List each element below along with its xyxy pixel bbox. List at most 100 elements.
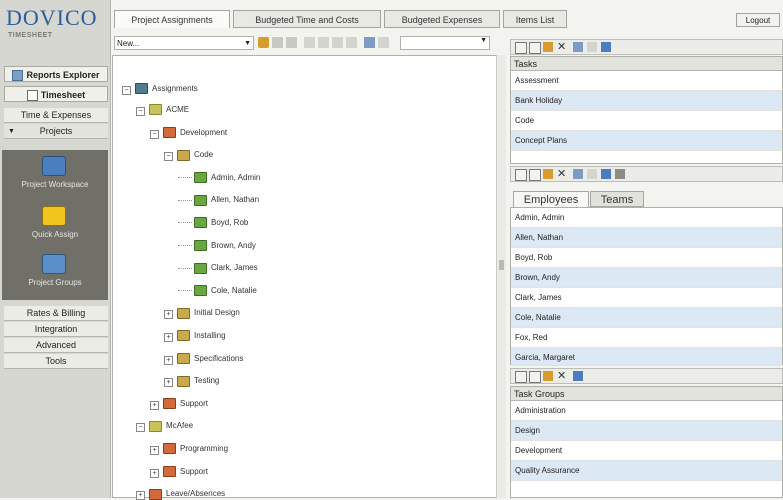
timesheet-button[interactable]: Timesheet (4, 86, 108, 102)
tree-node[interactable]: Brown, Andy (178, 239, 256, 252)
quick-assign-link[interactable]: Quick Assign (2, 230, 108, 239)
copy-icon[interactable] (304, 37, 315, 48)
list-item[interactable]: Code (511, 111, 782, 131)
tree-node[interactable]: Admin, Admin (178, 172, 260, 184)
sidebar-item-advanced[interactable]: Advanced (4, 338, 108, 353)
sidebar-item-tools[interactable]: Tools (4, 354, 108, 369)
sidebar-item-integration[interactable]: Integration (4, 322, 108, 337)
tree-node[interactable]: + Testing (164, 375, 219, 388)
delete-icon[interactable]: ✕ (557, 371, 567, 382)
expand-toggle[interactable]: + (164, 310, 173, 320)
new-select[interactable]: New... ▼ (114, 36, 254, 50)
copy-icon[interactable] (529, 42, 541, 54)
paste-icon[interactable] (318, 37, 329, 48)
collapse-toggle[interactable]: − (122, 86, 131, 95)
scroll-thumb[interactable] (499, 260, 504, 270)
collapse-toggle[interactable]: − (136, 107, 145, 116)
expand-toggle[interactable]: + (150, 446, 159, 455)
filter-icon[interactable] (573, 169, 583, 179)
expand-toggle[interactable]: + (150, 400, 159, 410)
list-item[interactable]: Admin, Admin (511, 208, 782, 228)
project-workspace-icon[interactable] (42, 156, 66, 176)
edit-icon[interactable] (543, 371, 553, 381)
clear-filter-icon[interactable] (587, 42, 597, 52)
clear-filter-icon[interactable] (587, 169, 597, 179)
expand-toggle[interactable]: + (164, 355, 173, 365)
print-icon[interactable] (346, 37, 357, 48)
list-icon[interactable] (601, 169, 611, 179)
tree-node[interactable]: Clark, James (178, 262, 258, 274)
list-item[interactable]: Quality Assurance (511, 461, 782, 481)
list-item[interactable]: Allen, Nathan (511, 228, 782, 248)
list-item[interactable]: Development (511, 441, 782, 461)
delete-icon[interactable] (286, 37, 297, 48)
collapse-toggle[interactable]: − (136, 423, 145, 433)
tree-node[interactable]: + Specifications (164, 352, 243, 365)
tree-node[interactable]: − ACME (136, 104, 189, 116)
delete-icon[interactable]: ✕ (557, 169, 567, 180)
tree-node[interactable]: + Support (150, 465, 208, 478)
tree-node[interactable]: Allen, Nathan (178, 194, 259, 206)
tree-node[interactable]: − McAfee (136, 420, 193, 433)
people-icon[interactable] (615, 169, 625, 179)
tab-teams[interactable]: Teams (590, 191, 644, 207)
expand-toggle[interactable]: + (136, 491, 145, 500)
sidebar-item-rates-billing[interactable]: Rates & Billing (4, 306, 108, 321)
quick-assign-icon[interactable] (42, 206, 66, 226)
collapse-toggle[interactable]: − (164, 152, 173, 162)
tab-employees[interactable]: Employees (513, 191, 589, 207)
list-icon[interactable] (573, 371, 583, 381)
new-icon[interactable] (515, 371, 527, 383)
list-item[interactable]: Assessment (511, 71, 782, 91)
list-item[interactable]: Fox, Red (511, 328, 782, 348)
delete-icon[interactable]: ✕ (557, 42, 567, 53)
collapse-toggle[interactable]: − (150, 129, 159, 139)
reports-explorer-button[interactable]: Reports Explorer (4, 66, 108, 82)
list-icon[interactable] (601, 42, 611, 52)
list-item[interactable]: Bank Holiday (511, 91, 782, 111)
tab-items-list[interactable]: Items List (503, 10, 567, 28)
expand-toggle[interactable]: + (164, 378, 173, 388)
expand-toggle[interactable]: + (164, 333, 173, 342)
new-icon[interactable] (515, 42, 527, 54)
list-item[interactable]: Garcia, Margaret (511, 348, 782, 366)
project-groups-link[interactable]: Project Groups (2, 278, 108, 287)
filter-select[interactable]: ▼ (400, 36, 490, 50)
project-workspace-link[interactable]: Project Workspace (2, 180, 108, 189)
tree-node[interactable]: − Development (150, 126, 227, 139)
filter-icon[interactable] (364, 37, 375, 48)
tree-node[interactable]: + Support (150, 398, 208, 410)
list-item[interactable]: Administration (511, 401, 782, 421)
cut-icon[interactable] (332, 37, 343, 48)
tree-node[interactable]: Boyd, Rob (178, 217, 248, 229)
list-item[interactable]: Brown, Andy (511, 268, 782, 288)
tab-project-assignments[interactable]: Project Assignments (114, 10, 230, 28)
list-item[interactable]: Clark, James (511, 288, 782, 308)
add-icon[interactable] (258, 37, 269, 48)
tree-scrollbar[interactable] (496, 55, 506, 498)
tree-node[interactable]: + Installing (164, 330, 226, 342)
list-item[interactable]: Cole, Natalie (511, 308, 782, 328)
list-item[interactable]: Design (511, 421, 782, 441)
sidebar-item-projects[interactable]: ▼ Projects (4, 124, 108, 139)
list-item[interactable]: Boyd, Rob (511, 248, 782, 268)
expand-toggle[interactable]: + (150, 468, 159, 478)
logout-button[interactable]: Logout (736, 13, 780, 27)
list-item[interactable]: Concept Plans (511, 131, 782, 151)
edit-icon[interactable] (543, 42, 553, 52)
project-groups-icon[interactable] (42, 254, 66, 274)
tree-node[interactable]: Cole, Natalie (178, 285, 257, 297)
tree-node[interactable]: + Leave/Absences (136, 488, 225, 500)
tree-node[interactable]: + Programming (150, 443, 228, 455)
tree-node[interactable]: − Code (164, 149, 213, 162)
edit-icon[interactable] (272, 37, 283, 48)
copy-icon[interactable] (529, 371, 541, 383)
tab-budgeted-expenses[interactable]: Budgeted Expenses (384, 10, 500, 28)
filter-icon[interactable] (573, 42, 583, 52)
clear-filter-icon[interactable] (378, 37, 389, 48)
sidebar-item-time-expenses[interactable]: Time & Expenses (4, 108, 108, 123)
copy-icon[interactable] (529, 169, 541, 181)
tree-root-assignments[interactable]: − Assignments (122, 83, 198, 95)
new-icon[interactable] (515, 169, 527, 181)
tree-node[interactable]: + Initial Design (164, 307, 240, 320)
